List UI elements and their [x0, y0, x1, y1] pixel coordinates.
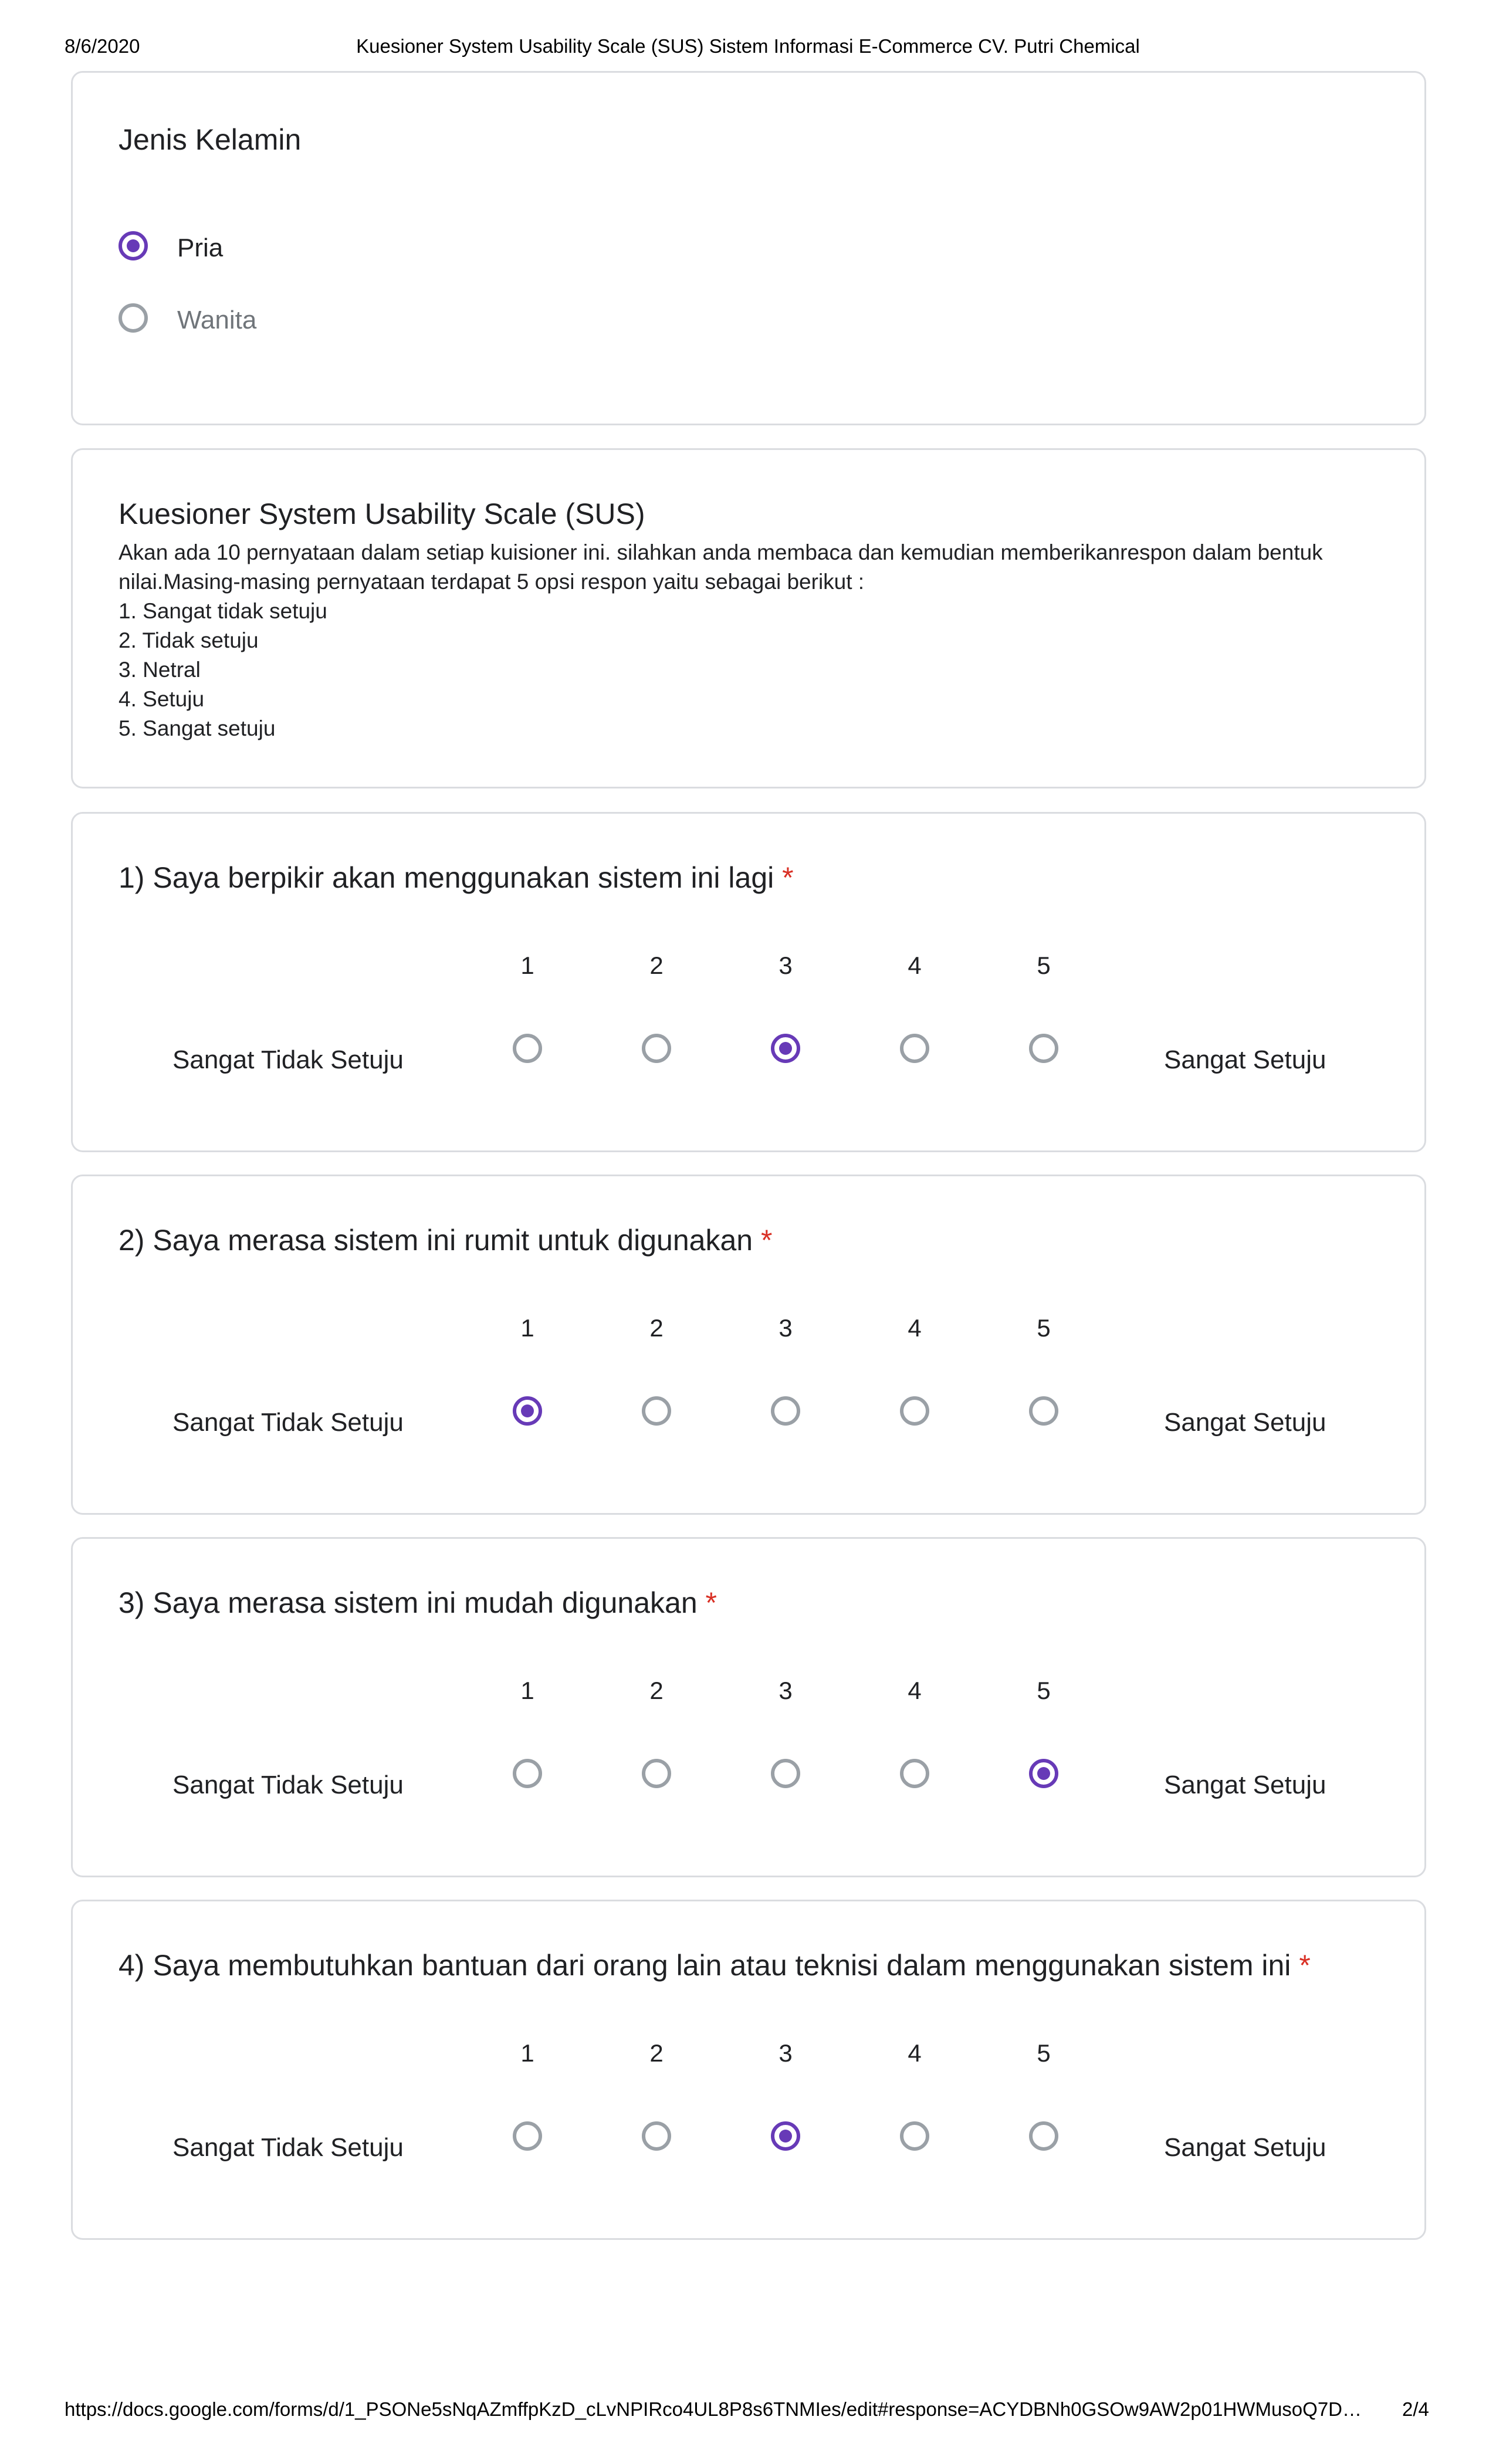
scale-radio-5[interactable] — [1029, 2121, 1058, 2151]
scale-number-3: 3 — [779, 2039, 793, 2067]
scale-number-4: 4 — [908, 1677, 922, 1704]
print-header: 8/6/2020 Kuesioner System Usability Scal… — [0, 35, 1496, 65]
question-title: 1) Saya berpikir akan menggunakan sistem… — [119, 861, 794, 895]
scale-number-2: 2 — [649, 952, 664, 979]
question-card-2: 2) Saya merasa sistem ini rumit untuk di… — [71, 1175, 1426, 1515]
question-text: 1) Saya berpikir akan menggunakan sistem… — [119, 861, 774, 894]
scale-radio-4[interactable] — [900, 1396, 929, 1426]
question-card-3: 3) Saya merasa sistem ini mudah digunaka… — [71, 1537, 1426, 1877]
section-card: Kuesioner System Usability Scale (SUS) A… — [71, 448, 1426, 788]
required-asterisk: * — [1299, 1949, 1311, 1982]
question-title: 3) Saya merasa sistem ini mudah digunaka… — [119, 1586, 717, 1620]
scale-radio-1[interactable] — [513, 2121, 542, 2151]
page-number: 2/4 — [1402, 2398, 1429, 2420]
question-text: 4) Saya membutuhkan bantuan dari orang l… — [119, 1949, 1291, 1982]
scale-number-1: 1 — [520, 1677, 534, 1704]
scale-radio-3[interactable] — [771, 1034, 800, 1063]
question-title: 2) Saya merasa sistem ini rumit untuk di… — [119, 1223, 772, 1257]
scale-number-1: 1 — [520, 1314, 534, 1342]
scale-low-label: Sangat Tidak Setuju — [172, 1408, 404, 1437]
scale-radio-3[interactable] — [771, 1396, 800, 1426]
radio-pria[interactable] — [119, 231, 148, 260]
radio-wanita[interactable] — [119, 303, 148, 333]
scale-radio-2[interactable] — [642, 1759, 671, 1788]
option-pria-label: Pria — [177, 233, 224, 262]
scale-radio-4[interactable] — [900, 1034, 929, 1063]
scale-number-3: 3 — [779, 1314, 793, 1342]
scale-number-2: 2 — [649, 1677, 664, 1704]
question-card-4: 4) Saya membutuhkan bantuan dari orang l… — [71, 1900, 1426, 2240]
footer-url: https://docs.google.com/forms/d/1_PSONe5… — [65, 2398, 1362, 2420]
scale-number-4: 4 — [908, 2039, 922, 2067]
scale-low-label: Sangat Tidak Setuju — [172, 1045, 404, 1074]
option-wanita-label: Wanita — [177, 306, 257, 334]
required-asterisk: * — [782, 861, 794, 894]
scale-high-label: Sangat Setuju — [1164, 2133, 1326, 2162]
scale-number-1: 1 — [520, 2039, 534, 2067]
scale-number-3: 3 — [779, 952, 793, 979]
scale-radio-3[interactable] — [771, 2121, 800, 2151]
scale-radio-4[interactable] — [900, 2121, 929, 2151]
scale-number-4: 4 — [908, 1314, 922, 1342]
question-card-1: 1) Saya berpikir akan menggunakan sistem… — [71, 812, 1426, 1152]
required-asterisk: * — [760, 1224, 773, 1257]
scale-radio-4[interactable] — [900, 1759, 929, 1788]
scale-low-label: Sangat Tidak Setuju — [172, 2133, 404, 2162]
section-description: Akan ada 10 pernyataan dalam setiap kuis… — [119, 540, 1323, 740]
scale-number-5: 5 — [1037, 2039, 1051, 2067]
scale-number-4: 4 — [908, 952, 922, 979]
scale-number-5: 5 — [1037, 1314, 1051, 1342]
scale-number-5: 5 — [1037, 1677, 1051, 1704]
gender-card: Jenis Kelamin Pria Wanita — [71, 71, 1426, 425]
scale-radio-1[interactable] — [513, 1034, 542, 1063]
question-text: 3) Saya merasa sistem ini mudah digunaka… — [119, 1586, 698, 1619]
scale-radio-1[interactable] — [513, 1759, 542, 1788]
question-title: 4) Saya membutuhkan bantuan dari orang l… — [119, 1948, 1311, 1982]
print-title: Kuesioner System Usability Scale (SUS) S… — [356, 35, 1140, 57]
scale-radio-1[interactable] — [513, 1396, 542, 1426]
scale-number-2: 2 — [649, 2039, 664, 2067]
scale-number-2: 2 — [649, 1314, 664, 1342]
option-pria[interactable]: Pria — [119, 231, 353, 272]
scale-number-3: 3 — [779, 1677, 793, 1704]
scale-radio-3[interactable] — [771, 1759, 800, 1788]
scale-radio-5[interactable] — [1029, 1396, 1058, 1426]
required-asterisk: * — [705, 1586, 717, 1619]
scale-number-1: 1 — [520, 952, 534, 979]
scale-high-label: Sangat Setuju — [1164, 1045, 1326, 1074]
scale-radio-5[interactable] — [1029, 1759, 1058, 1788]
scale-number-5: 5 — [1037, 952, 1051, 979]
scale-radio-2[interactable] — [642, 2121, 671, 2151]
scale-radio-2[interactable] — [642, 1034, 671, 1063]
section-title: Kuesioner System Usability Scale (SUS) — [119, 497, 645, 530]
scale-low-label: Sangat Tidak Setuju — [172, 1771, 404, 1799]
question-text: 2) Saya merasa sistem ini rumit untuk di… — [119, 1224, 753, 1257]
gender-title: Jenis Kelamin — [119, 123, 302, 156]
scale-radio-2[interactable] — [642, 1396, 671, 1426]
scale-high-label: Sangat Setuju — [1164, 1408, 1326, 1437]
option-wanita[interactable]: Wanita — [119, 303, 353, 344]
scale-radio-5[interactable] — [1029, 1034, 1058, 1063]
scale-high-label: Sangat Setuju — [1164, 1771, 1326, 1799]
